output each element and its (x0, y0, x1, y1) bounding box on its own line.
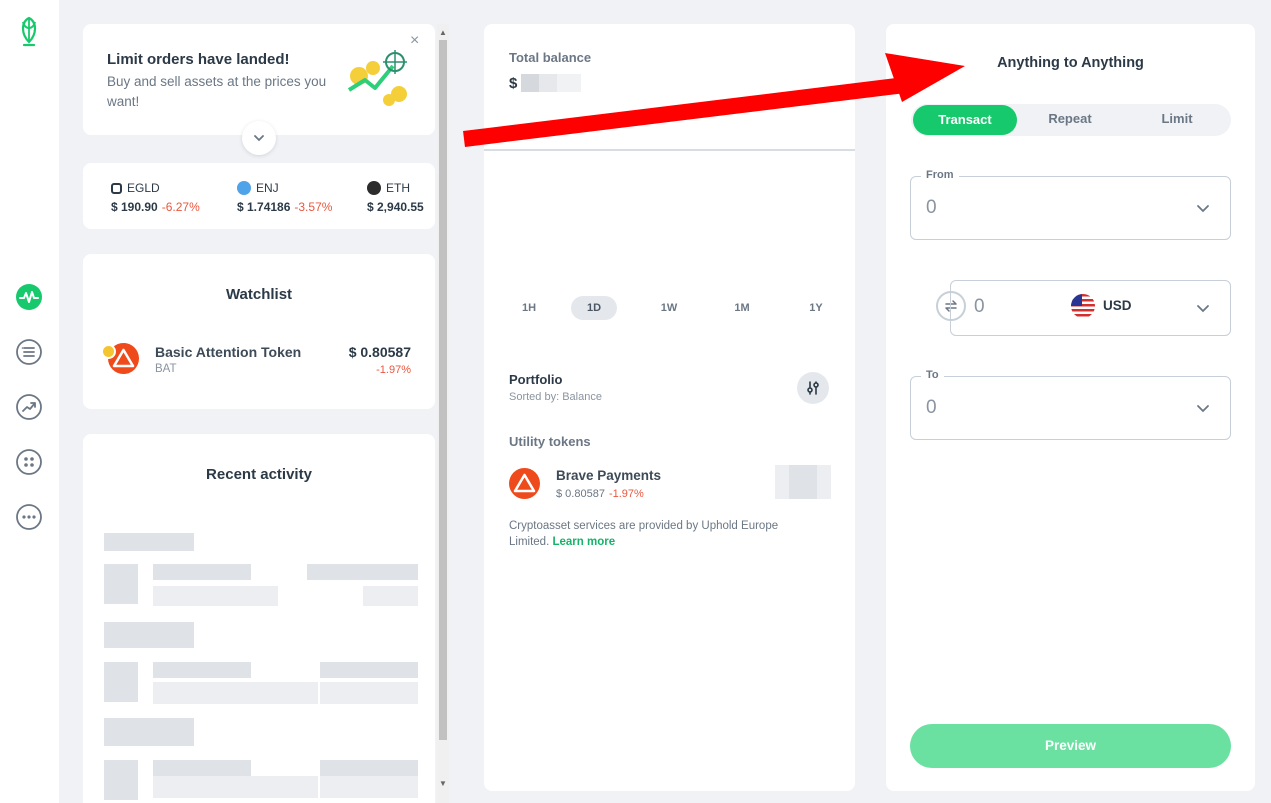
promo-title: Limit orders have landed! (107, 51, 290, 68)
transact-tabs: Transact Repeat Limit (911, 104, 1231, 136)
ticker-price: $ 2,940.55 (367, 200, 424, 214)
app-sidebar (0, 0, 59, 803)
range-1d[interactable]: 1D (571, 296, 617, 320)
amount-currency: USD (1103, 298, 1132, 313)
asset-price-line: $ 0.80587 -1.97% (556, 488, 644, 500)
watchlist-item-price: $ 0.80587 (348, 344, 411, 360)
tab-transact[interactable]: Transact (913, 105, 1017, 135)
portfolio-title: Portfolio (509, 372, 563, 387)
tab-limit[interactable]: Limit (1125, 104, 1229, 134)
list-icon[interactable] (15, 338, 43, 366)
total-balance-value: $ (509, 74, 582, 92)
scroll-up-arrow-icon[interactable]: ▲ (437, 26, 449, 38)
to-field[interactable]: To 0 (910, 369, 1231, 440)
to-label: To (921, 369, 944, 381)
chevron-down-icon (254, 135, 264, 142)
preview-button[interactable]: Preview (910, 724, 1231, 768)
ticker-change: -3.57% (294, 200, 333, 214)
recent-activity-card: Recent activity (83, 434, 435, 803)
watchlist-title: Watchlist (225, 286, 293, 303)
activity-icon[interactable] (15, 283, 43, 311)
uphold-logo-icon[interactable] (15, 14, 43, 48)
tab-repeat[interactable]: Repeat (1018, 104, 1122, 134)
balance-currency: $ (509, 74, 518, 92)
asset-balance-blurred (775, 465, 831, 499)
portfolio-sort-label: Sorted by: Balance (509, 391, 602, 403)
time-range-selector: 1H 1D 1W 1M 1Y (506, 296, 838, 320)
asset-change: -1.97% (608, 488, 644, 500)
ticker-symbol: ENJ (256, 181, 279, 195)
learn-more-link[interactable]: Learn more (552, 536, 615, 548)
service-disclaimer: Cryptoasset services are provided by Uph… (509, 518, 819, 550)
sliders-icon (807, 381, 819, 395)
balance-amount-blurred (521, 74, 582, 92)
watchlist-item-symbol: BAT (155, 363, 177, 375)
trending-icon[interactable] (15, 393, 43, 421)
egld-icon (111, 182, 122, 194)
range-1w[interactable]: 1W (646, 296, 692, 320)
scroll-thumb[interactable] (439, 40, 447, 740)
limit-orders-promo: Limit orders have landed! Buy and sell a… (83, 24, 435, 155)
chevron-down-icon[interactable] (1196, 401, 1210, 415)
watchlist-card: Watchlist Basic Attention Token BAT $ 0.… (83, 254, 435, 409)
watchlist-item-change: -1.97% (376, 364, 411, 376)
amount-value: 0 (974, 296, 985, 317)
more-icon[interactable] (15, 503, 43, 531)
eth-icon (367, 181, 381, 195)
asset-name: Brave Payments (556, 468, 662, 483)
ticker-price: $ 190.90 (111, 200, 158, 214)
left-column-scrollbar[interactable]: ▲ ▼ (437, 24, 449, 803)
ticker-change: -6.27% (161, 200, 200, 214)
recent-activity-title: Recent activity (206, 466, 312, 483)
ticker-symbol: EGLD (127, 181, 160, 195)
chevron-down-icon[interactable] (1196, 201, 1210, 215)
watchlist-item-name: Basic Attention Token (155, 344, 302, 360)
from-field[interactable]: From 0 (910, 169, 1231, 240)
us-flag-icon (1071, 294, 1095, 318)
enj-icon (237, 181, 251, 195)
disclaimer-text: Cryptoasset services are provided by Uph… (509, 520, 779, 548)
transact-title: Anything to Anything (997, 55, 1144, 71)
transact-panel: Anything to Anything Transact Repeat Lim… (886, 24, 1255, 791)
ticker-item-eth[interactable]: ETH $ 2,940.55 (367, 180, 424, 214)
balance-chart-line (484, 149, 855, 151)
asset-price: $ 0.80587 (556, 488, 605, 500)
limit-orders-illustration (345, 46, 413, 108)
price-ticker: EGLD $ 190.90 -6.27% ENJ $ 1.74186 -3.57% … (83, 163, 435, 229)
total-balance-label: Total balance (509, 50, 592, 65)
to-value: 0 (926, 397, 937, 418)
expand-promo-button[interactable] (242, 121, 276, 155)
ticker-symbol: ETH (386, 181, 410, 195)
brave-icon (509, 468, 540, 499)
portfolio-filter-button[interactable] (797, 372, 829, 404)
promo-text: Buy and sell assets at the prices you wa… (107, 74, 327, 109)
utility-tokens-heading: Utility tokens (509, 434, 591, 449)
chevron-down-icon[interactable] (1196, 301, 1210, 315)
range-1h[interactable]: 1H (506, 296, 552, 320)
ticker-item-enj[interactable]: ENJ $ 1.74186 -3.57% (237, 180, 332, 214)
from-value: 0 (926, 197, 937, 218)
balance-panel: Total balance $ 1H 1D 1W 1M 1Y Portfolio… (484, 24, 855, 791)
ticker-item-egld[interactable]: EGLD $ 190.90 -6.27% (111, 180, 200, 214)
range-1m[interactable]: 1M (719, 296, 765, 320)
apps-icon[interactable] (15, 448, 43, 476)
amount-field[interactable]: 0 USD (950, 280, 1231, 336)
ticker-price: $ 1.74186 (237, 200, 291, 214)
range-1y[interactable]: 1Y (793, 296, 839, 320)
star-icon (101, 344, 116, 359)
scroll-down-arrow-icon[interactable]: ▼ (437, 777, 449, 789)
from-label: From (921, 169, 959, 181)
